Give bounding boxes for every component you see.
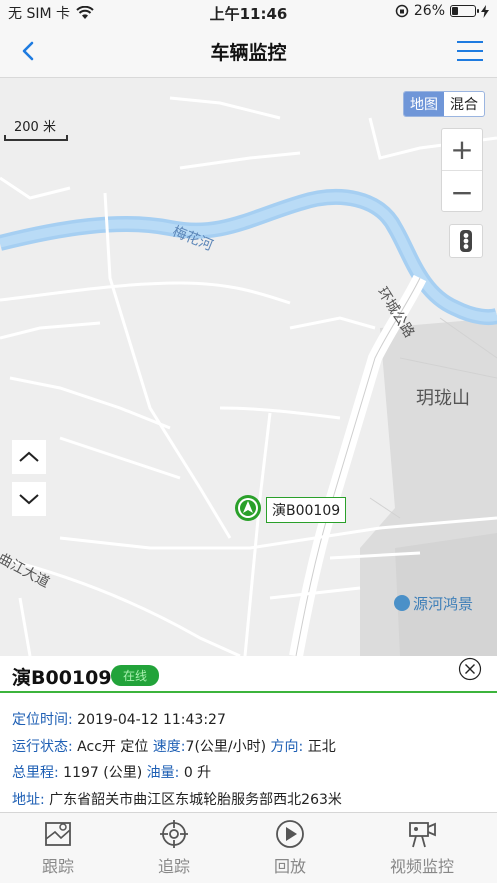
map-canvas [0,96,497,656]
status-badge: 在线 [111,665,160,686]
address-label: 地址: [12,791,45,808]
orientation-lock-icon [395,4,409,18]
nav-bar: 车辆监控 [0,24,497,78]
battery-percent: 26% [413,3,445,19]
status-right: 26% [395,3,489,19]
chevron-down-icon [19,494,39,505]
traffic-light-button[interactable] [449,224,483,258]
info-rows: 定位时间: 2019-04-12 11:43:27 运行状态: Acc开 定位 … [0,693,497,813]
map-type-standard[interactable]: 地图 [404,92,444,116]
status-bar: 无 SIM 卡 上午11:46 26% [0,0,497,24]
zoom-control: + − [441,128,483,212]
map-scale: 200 米 [4,116,68,141]
poi-name: 源河鸿景 [413,595,474,613]
speed-label: 速度: [152,738,186,755]
tab-video-label: 视频监控 [389,857,454,876]
address-value: 广东省韶关市曲江区东城轮胎服务部西北263米 [49,791,342,808]
video-camera-icon [409,822,436,848]
row-mileage: 总里程: 1197 (公里) 油量: 0 升 [12,760,497,787]
scale-label: 200 米 [14,120,56,135]
zoom-in-button[interactable]: + [442,129,482,171]
charging-bolt-icon [481,4,489,18]
map-view[interactable]: 200 米 地图 混合 + − 梅花河 环城公路 玥珑山 曲江大道 源河鸿景 演… [0,78,497,656]
map-type-toggle[interactable]: 地图 混合 [403,91,485,117]
crosshair-icon [160,820,188,848]
hamburger-menu-icon[interactable] [455,37,485,65]
info-header: 演B00109 在线 [0,656,497,693]
poi-pin-icon [394,595,410,611]
tab-playback-label: 回放 [273,857,306,876]
app-screen: 无 SIM 卡 上午11:46 26% 车辆监控 200 米 地图 混合 + −… [0,0,497,883]
mileage-label: 总里程: [12,765,59,781]
page-title: 车辆监控 [210,42,287,64]
tab-track-label: 跟踪 [41,857,74,876]
tab-follow-label: 追踪 [157,857,190,876]
locate-time-label: 定位时间: [12,712,73,728]
direction-value: 正北 [307,738,336,755]
run-state-label: 运行状态: [12,738,73,755]
tab-follow[interactable]: 追踪 [124,819,224,877]
locate-time-value: 2019-04-12 11:43:27 [77,712,226,728]
pan-down-button[interactable] [12,482,46,516]
vehicle-plate: 演B00109 [12,667,112,689]
battery-fill [452,7,459,15]
play-circle-icon [276,820,304,848]
battery-icon [450,5,479,17]
close-icon[interactable] [458,657,482,681]
vehicle-marker-icon[interactable] [234,494,262,522]
chevron-up-icon [19,451,39,462]
fuel-value: 0 升 [183,765,212,781]
tab-track[interactable]: 跟踪 [8,819,108,877]
map-track-icon [45,822,71,846]
row-locate-time: 定位时间: 2019-04-12 11:43:27 [12,707,497,734]
direction-label: 方向: [270,738,304,755]
zoom-out-button[interactable]: − [442,171,482,213]
bottom-tab-bar: 跟踪 追踪 回放 视频监控 [0,812,497,883]
speed-value: 7(公里/小时) [185,738,267,755]
row-run-state: 运行状态: Acc开 定位 速度:7(公里/小时) 方向: 正北 [12,734,497,761]
map-type-hybrid[interactable]: 混合 [444,92,484,116]
pan-up-button[interactable] [12,440,46,474]
mileage-value: 1197 (公里) [63,765,143,781]
mountain-label: 玥珑山 [416,388,470,409]
row-address: 地址: 广东省韶关市曲江区东城轮胎服务部西北263米 [12,787,497,814]
tab-video[interactable]: 视频监控 [372,819,472,877]
scale-bar [4,135,68,141]
vehicle-info-panel: 演B00109 在线 定位时间: 2019-04-12 11:43:27 运行状… [0,656,497,812]
fuel-label: 油量: [146,765,180,781]
poi-label: 源河鸿景 [394,593,473,614]
run-state-value: Acc开 定位 [77,738,149,755]
traffic-light-icon [460,230,472,252]
tab-playback[interactable]: 回放 [240,819,340,877]
vehicle-map-label[interactable]: 演B00109 [266,497,347,523]
